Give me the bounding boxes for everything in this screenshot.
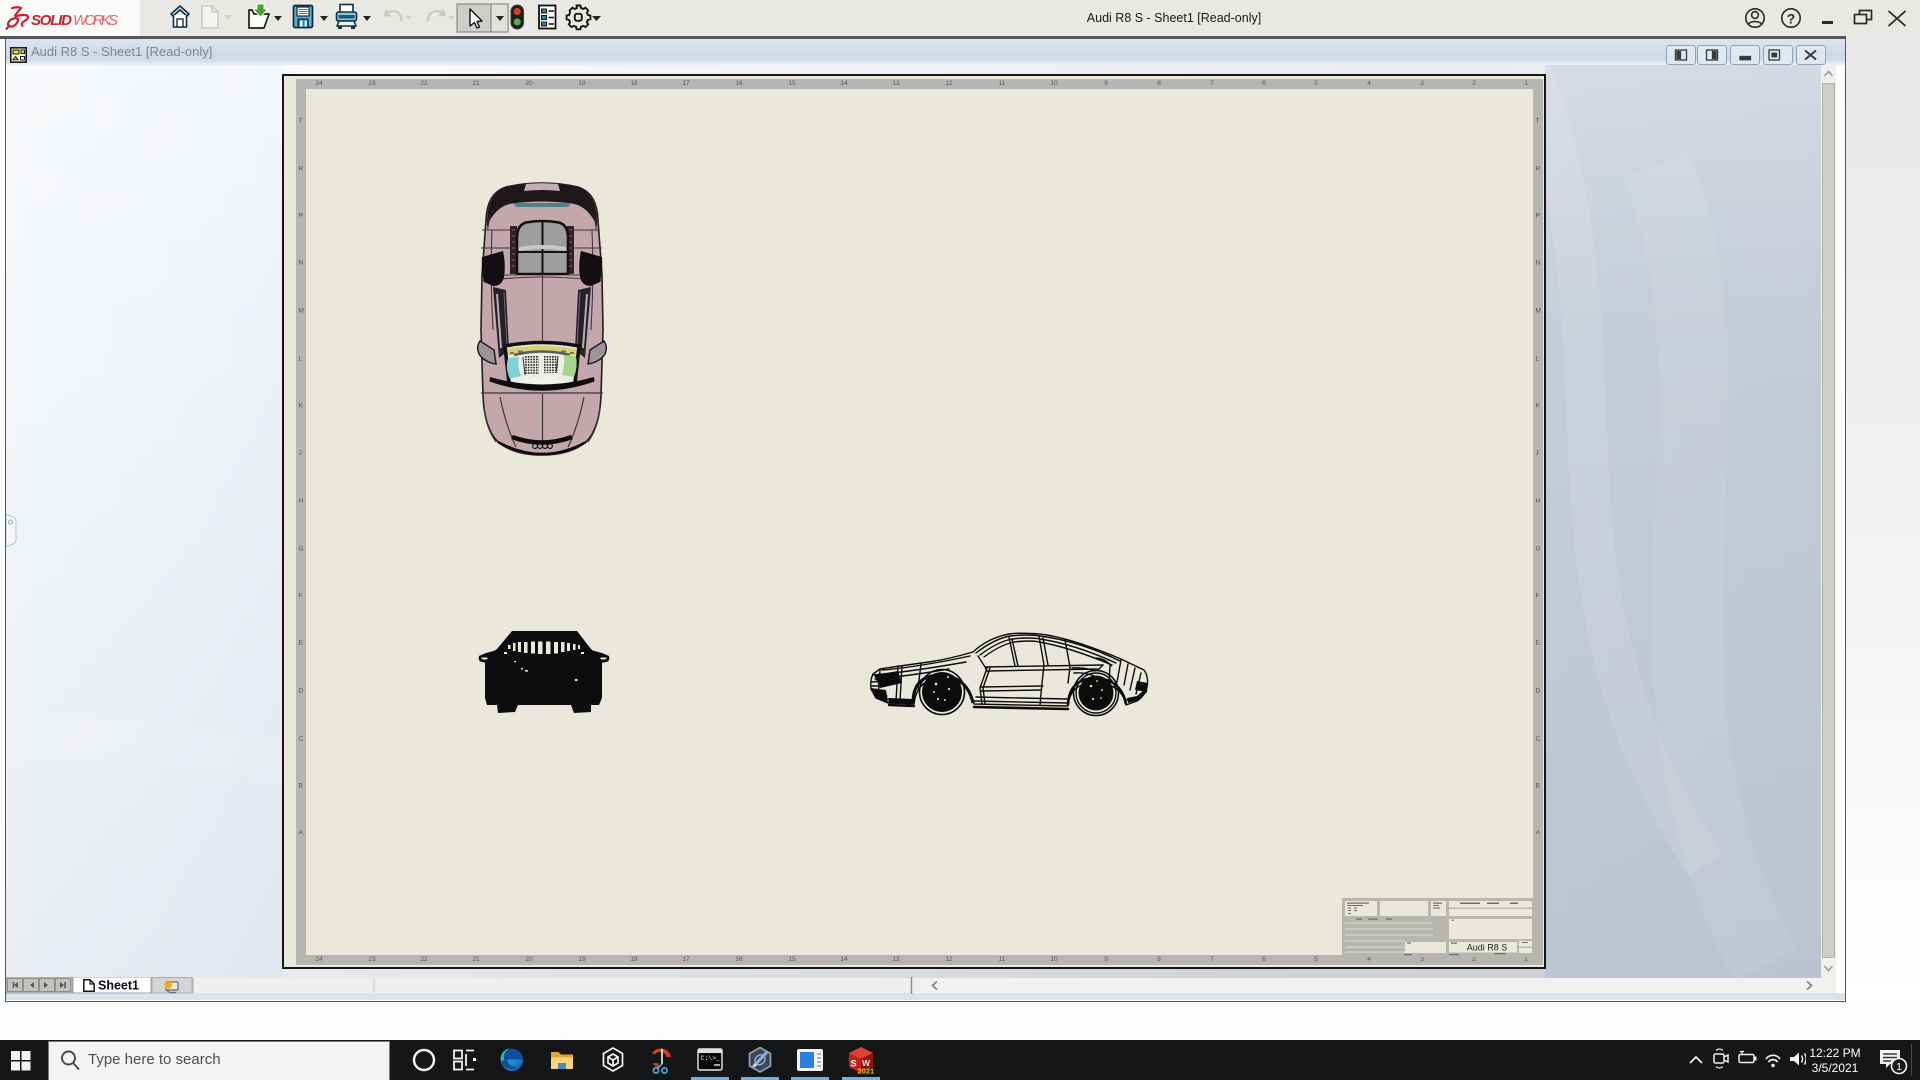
- svg-text:C:\>_: C:\>_: [701, 1055, 721, 1062]
- svg-text:?: ?: [1787, 11, 1796, 27]
- svg-text:1: 1: [1896, 1061, 1902, 1073]
- svg-text:2021: 2021: [858, 1067, 875, 1076]
- svg-text:WORKS: WORKS: [73, 12, 118, 29]
- svg-text:S: S: [851, 1059, 857, 1069]
- svg-text:SOLID: SOLID: [31, 12, 72, 29]
